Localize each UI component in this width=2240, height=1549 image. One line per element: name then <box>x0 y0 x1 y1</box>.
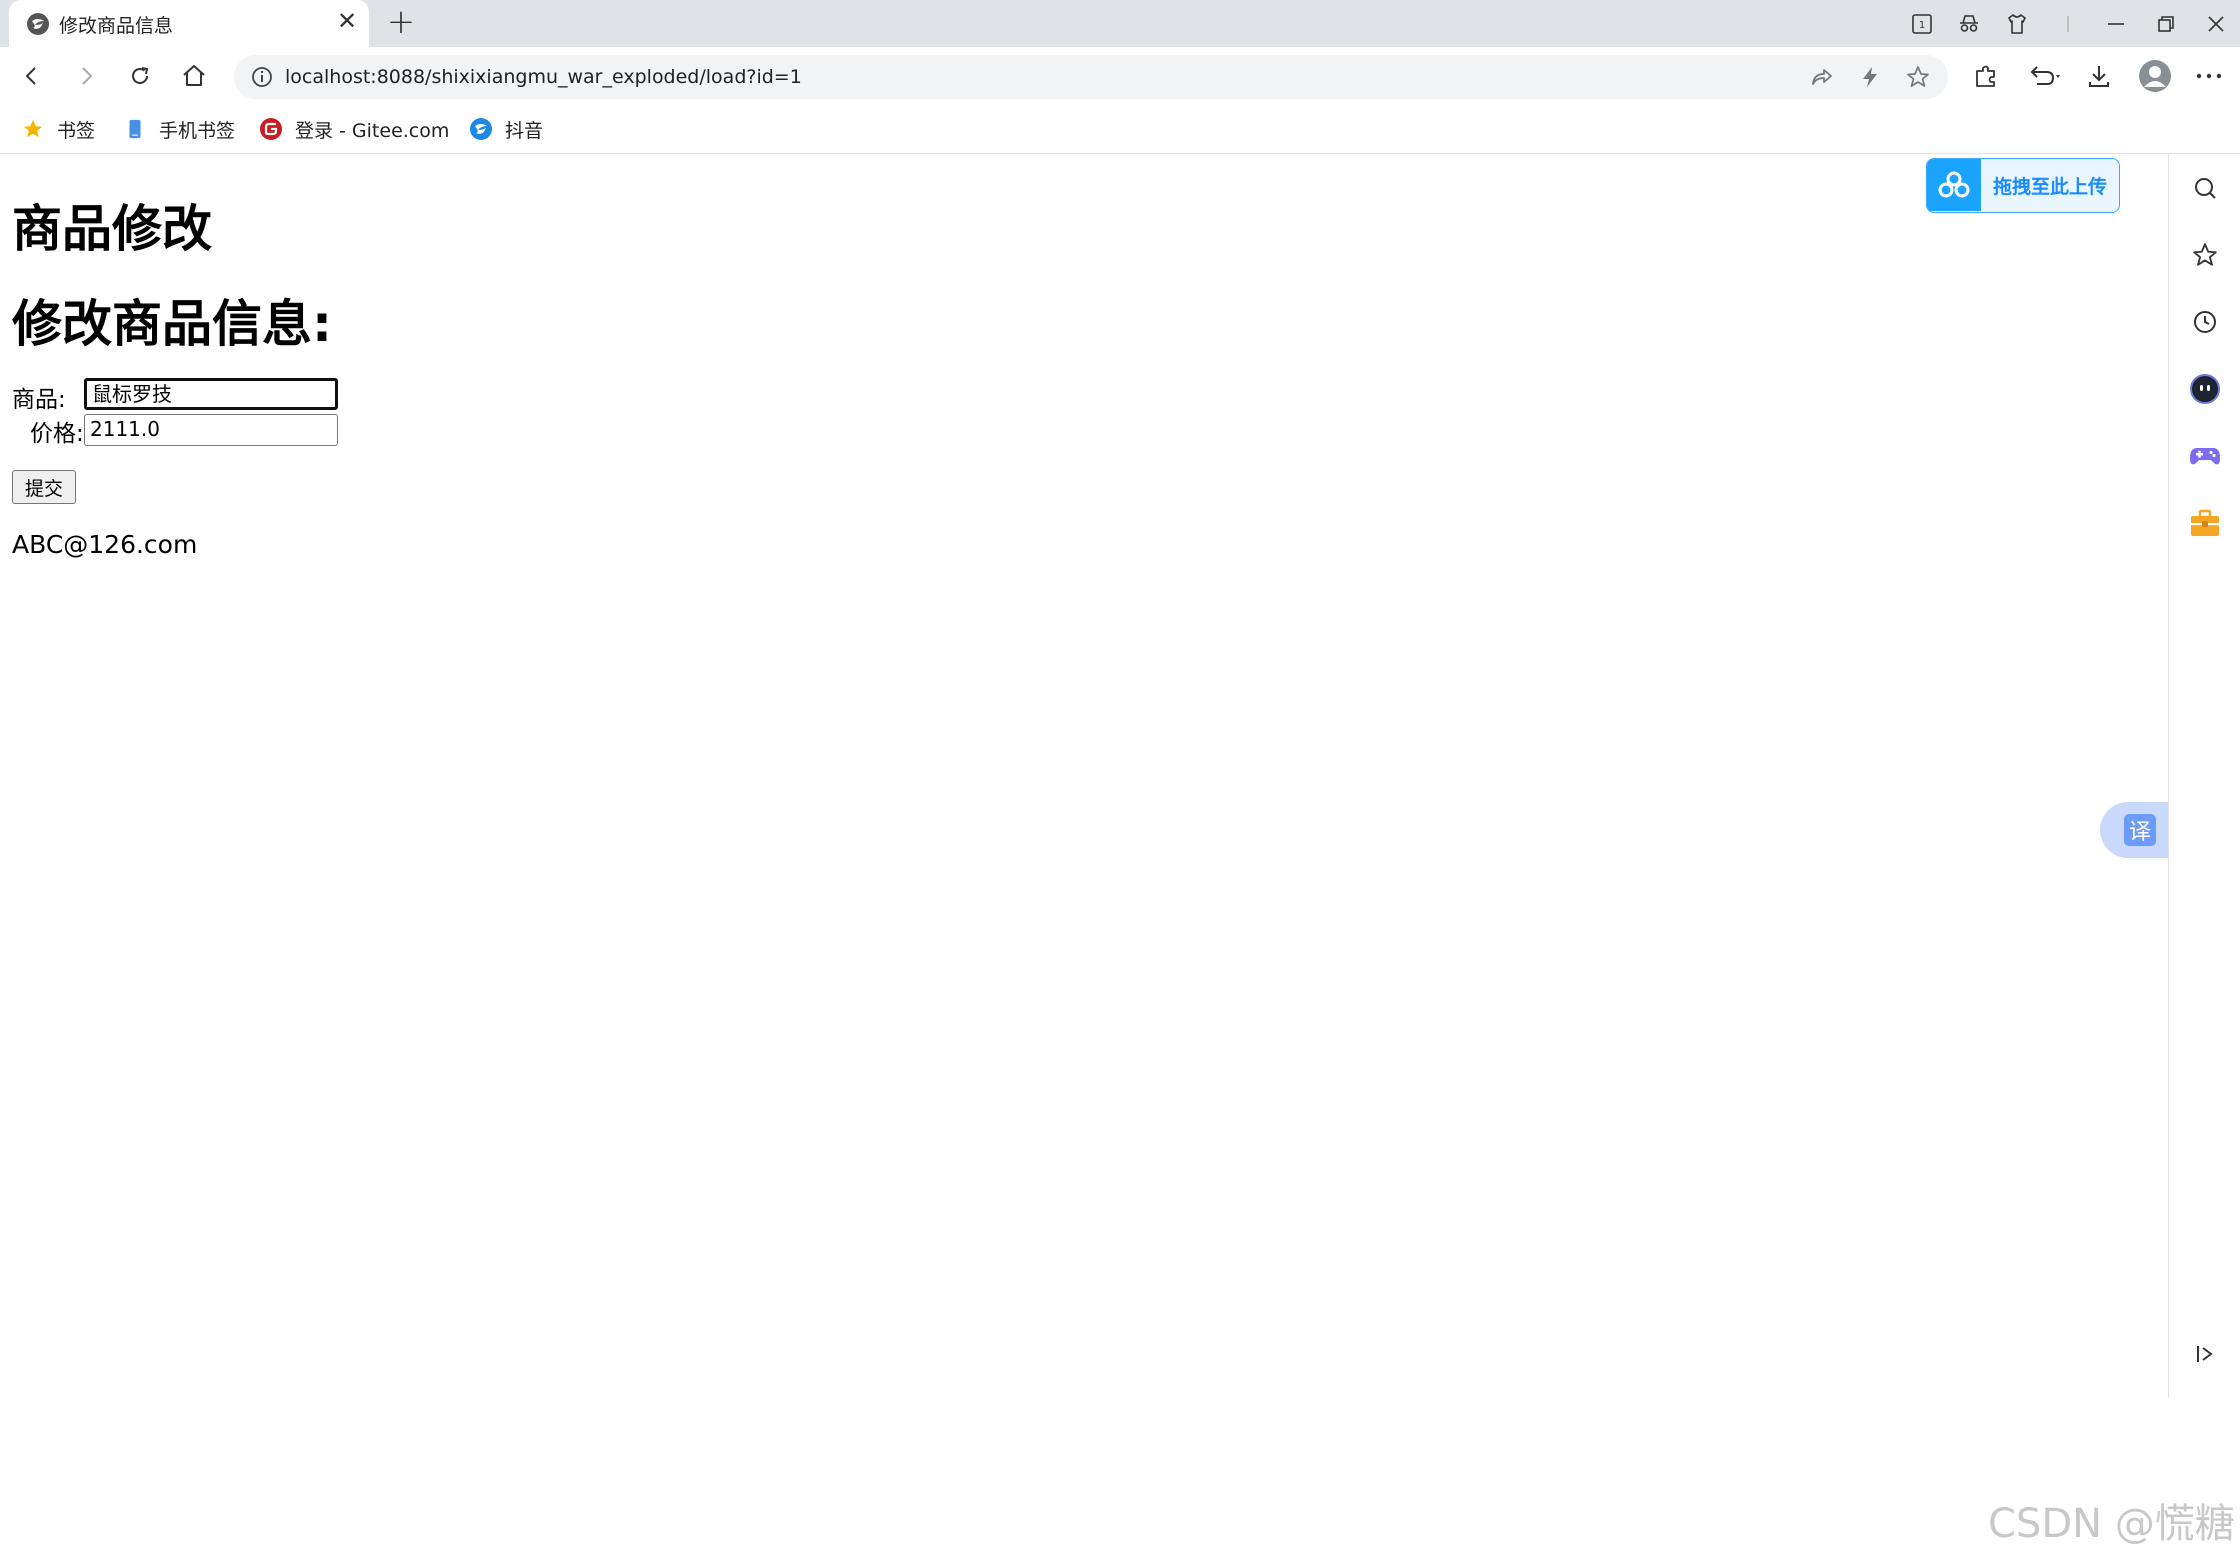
close-window-icon[interactable] <box>2200 8 2232 40</box>
price-input[interactable]: 2111.0 <box>84 414 338 446</box>
bookmark-label: 书签 <box>57 119 96 142</box>
avatar-icon[interactable] <box>2136 57 2174 95</box>
search-icon[interactable] <box>2186 169 2224 207</box>
browser-logo-icon <box>27 13 49 35</box>
product-input[interactable]: 鼠标罗技 <box>84 378 338 410</box>
form-heading: 修改商品信息: <box>12 295 332 353</box>
extensions-icon[interactable] <box>1967 57 2005 95</box>
bookmark-mobile[interactable]: 手机书签 <box>123 114 235 144</box>
minimize-icon[interactable] <box>2100 8 2132 40</box>
back-icon[interactable] <box>13 57 51 95</box>
lightning-icon[interactable] <box>1855 62 1885 92</box>
bookmark-label: 登录 - Gitee.com <box>295 119 450 142</box>
collapse-sidebar-icon[interactable] <box>2186 1335 2224 1373</box>
drag-upload-widget[interactable]: 拖拽至此上传 <box>1926 158 2120 213</box>
site-info-icon[interactable] <box>250 65 274 89</box>
tab-title: 修改商品信息 <box>59 15 174 37</box>
page-content: 商品修改 修改商品信息: 商品: 鼠标罗技 价格: 2111.0 提交 ABC@… <box>0 154 2235 1547</box>
new-tab-button[interactable]: + <box>383 2 419 42</box>
bookmark-label: 抖音 <box>505 119 544 142</box>
home-icon[interactable] <box>175 57 213 95</box>
browser-logo-icon <box>469 117 493 141</box>
upload-label: 拖拽至此上传 <box>1993 176 2108 198</box>
bookmarks-bar: 书签 手机书签 登录 - Gitee.com 抖音 <box>0 105 2240 154</box>
divider-icon <box>2052 8 2084 40</box>
product-label: 商品: <box>12 387 66 413</box>
right-sidebar <box>2168 154 2240 1398</box>
bookmark-label: 手机书签 <box>159 119 236 142</box>
translate-icon: 译 <box>2124 814 2156 846</box>
cloud-upload-icon <box>1927 159 1981 211</box>
bookmark-gitee[interactable]: 登录 - Gitee.com <box>259 114 449 144</box>
watermark: CSDN @慌糖 <box>1988 1501 2235 1547</box>
history-icon[interactable] <box>2186 303 2224 341</box>
tab-current[interactable]: 修改商品信息 ✕ <box>9 0 369 47</box>
star-icon <box>21 117 45 141</box>
undo-dropdown-icon[interactable] <box>2025 57 2063 95</box>
translate-button[interactable]: 译 <box>2100 802 2170 858</box>
game-controller-icon[interactable] <box>2186 437 2224 475</box>
footer-email: ABC@126.com <box>12 530 198 559</box>
download-icon[interactable] <box>2080 57 2118 95</box>
incognito-icon[interactable] <box>1953 8 1985 40</box>
bookmark-star-icon[interactable] <box>1903 62 1933 92</box>
svg-text:1: 1 <box>1919 20 1925 31</box>
bookmark-bookmarks[interactable]: 书签 <box>21 114 95 144</box>
more-menu-icon[interactable] <box>2190 57 2228 95</box>
forward-icon[interactable] <box>67 57 105 95</box>
browser-toolbar: localhost:8088/shixixiangmu_war_exploded… <box>0 47 2240 105</box>
bookmark-douyin[interactable]: 抖音 <box>469 114 543 144</box>
favorites-icon[interactable] <box>2186 236 2224 274</box>
toolbox-icon[interactable] <box>2186 504 2224 542</box>
submit-button[interactable]: 提交 <box>12 470 76 504</box>
reload-icon[interactable] <box>121 57 159 95</box>
url-text[interactable]: localhost:8088/shixixiangmu_war_exploded… <box>285 66 802 88</box>
page-title: 商品修改 <box>12 200 212 258</box>
tab-strip: 修改商品信息 ✕ + 1 <box>0 0 2240 47</box>
assistant-icon[interactable] <box>2186 370 2224 408</box>
tab-count-icon[interactable]: 1 <box>1906 8 1938 40</box>
shirt-icon[interactable] <box>2001 8 2033 40</box>
gitee-icon <box>259 117 283 141</box>
close-icon[interactable]: ✕ <box>335 7 359 35</box>
price-label: 价格: <box>30 421 84 447</box>
restore-icon[interactable] <box>2150 8 2182 40</box>
address-bar[interactable]: localhost:8088/shixixiangmu_war_exploded… <box>234 55 1948 99</box>
share-icon[interactable] <box>1807 62 1837 92</box>
phone-icon <box>123 117 147 141</box>
